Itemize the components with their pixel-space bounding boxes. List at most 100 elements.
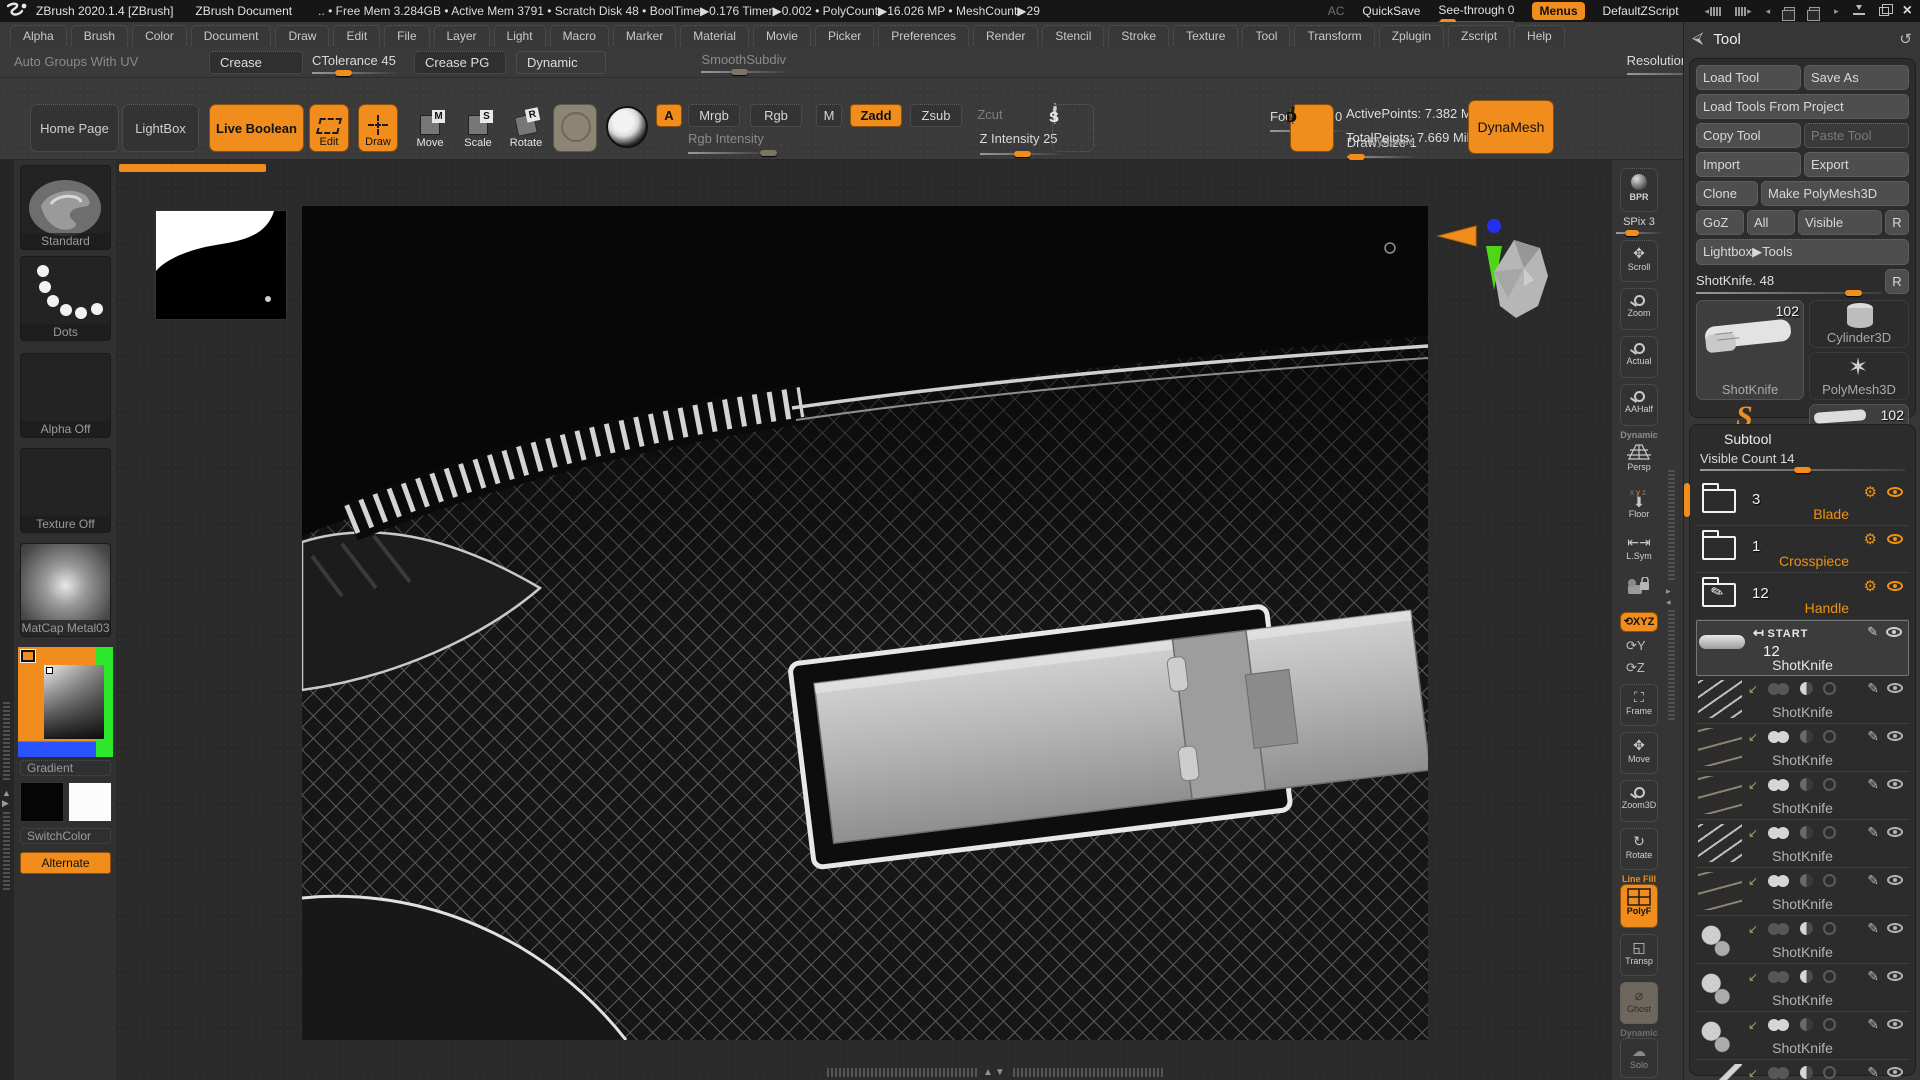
menu-picker[interactable]: Picker [815, 25, 874, 46]
paint-icon[interactable]: ✎ [1867, 624, 1878, 640]
dynamic-button[interactable]: Dynamic [516, 51, 606, 74]
dynamic-d-button[interactable]: D [1290, 104, 1334, 152]
rotate-button[interactable]: R Rotate [506, 104, 546, 152]
see-through-slider[interactable]: See-through 0 [1438, 3, 1514, 20]
extract-arrow-icon[interactable]: ↙ [1748, 874, 1758, 888]
eye-icon[interactable] [1887, 1067, 1903, 1077]
secondary-color-swatch[interactable] [68, 782, 112, 822]
scroll-button[interactable]: ✥ Scroll [1620, 240, 1658, 282]
left-divider-scroll2[interactable] [3, 810, 10, 890]
goz-r-button[interactable]: R [1885, 210, 1909, 235]
extract-arrow-icon[interactable]: ↙ [1748, 1018, 1758, 1032]
subtool-item[interactable]: ↙ ✎ ShotKnife [1696, 724, 1909, 772]
frame-button[interactable]: ⛶ Frame [1620, 684, 1658, 726]
color-picker[interactable] [18, 647, 113, 757]
clone-button[interactable]: Clone [1696, 181, 1758, 206]
menu-draw[interactable]: Draw [275, 25, 329, 46]
rotate-3d-button[interactable]: ↻ Rotate [1620, 828, 1658, 870]
actual-button[interactable]: Actual [1620, 336, 1658, 378]
paint-icon[interactable]: ✎ [1867, 872, 1879, 889]
camera-nav-head[interactable] [1436, 210, 1586, 330]
edit-button[interactable]: Edit [309, 104, 349, 152]
gradient-label[interactable]: Gradient [20, 760, 111, 776]
save-as-button[interactable]: Save As [1804, 65, 1909, 90]
eye-icon[interactable] [1887, 875, 1903, 885]
quicksave-button[interactable]: QuickSave [1362, 4, 1420, 18]
paint-icon[interactable]: ✎ [1867, 1016, 1879, 1033]
subtool-item[interactable]: ↙ ✎ ShotKnife [1696, 916, 1909, 964]
visible-count-slider[interactable]: Visible Count 14 [1700, 451, 1905, 471]
boolean-intersect-icon[interactable] [1823, 970, 1836, 983]
eye-icon[interactable] [1887, 581, 1903, 591]
alternate-button[interactable]: Alternate [20, 852, 111, 874]
boolean-add-icon[interactable] [1768, 683, 1790, 695]
menu-light[interactable]: Light [494, 25, 546, 46]
switchcolor-button[interactable]: SwitchColor [20, 828, 111, 844]
boolean-sub-icon[interactable] [1800, 682, 1813, 695]
tool-r-button[interactable]: R [1885, 269, 1909, 294]
subtool-item[interactable]: ↙ ✎ ShotKnife [1696, 676, 1909, 724]
export-button[interactable]: Export [1804, 152, 1909, 177]
rgb-intensity-slider[interactable]: Rgb Intensity [688, 131, 768, 154]
subtool-item-selected[interactable]: ↤ START ✎ 12 ShotKnife [1696, 620, 1909, 676]
close-button[interactable]: × [1903, 5, 1912, 17]
a-toggle[interactable]: A [656, 104, 682, 127]
paint-icon[interactable]: ✎ [1867, 728, 1879, 745]
eye-icon[interactable] [1887, 534, 1903, 544]
move-3d-button[interactable]: ✥ Move [1620, 732, 1658, 774]
lightbox-button[interactable]: LightBox [122, 104, 199, 152]
brush-preview[interactable] [553, 104, 597, 152]
boolean-intersect-icon[interactable] [1823, 730, 1836, 743]
lsym-button[interactable]: ⇤⇥ L.Sym [1620, 530, 1658, 568]
floor-button[interactable]: xyz ⬇ Floor [1620, 484, 1658, 524]
canvas-bottom-scrollbar[interactable]: ▲▼ [827, 1066, 1217, 1078]
stroke-s-button[interactable]: S [1052, 104, 1094, 152]
divider-slider-left-icon[interactable]: ◂ [1705, 6, 1722, 17]
subtool-item[interactable]: ↙ ✎ ShotKnife [1696, 964, 1909, 1012]
boolean-add-icon[interactable] [1768, 1019, 1790, 1031]
zadd-toggle[interactable]: Zadd [850, 104, 902, 127]
zcut-toggle[interactable]: Zcut [970, 104, 1010, 125]
paint-icon[interactable]: ✎ [1867, 680, 1879, 697]
extract-arrow-icon[interactable]: ↙ [1748, 778, 1758, 792]
menu-preferences[interactable]: Preferences [878, 25, 969, 46]
copy-tool-button[interactable]: Copy Tool [1696, 123, 1801, 148]
restore-button[interactable] [1879, 7, 1889, 16]
paint-icon[interactable]: ✎ [1867, 1064, 1879, 1080]
window-cascade-right-icon[interactable]: ▸ [1834, 6, 1839, 17]
divider-slider-right-icon[interactable]: ▸ [1735, 6, 1752, 17]
menu-marker[interactable]: Marker [613, 25, 676, 46]
texture-thumbnail[interactable]: Texture Off [20, 448, 111, 533]
subtool-folder-crosspiece[interactable]: 1 ⚙ Crosspiece [1696, 526, 1909, 573]
persp-button[interactable]: Persp [1620, 441, 1658, 479]
gear-icon[interactable]: ⚙ [1864, 483, 1877, 501]
brush-thumbnail[interactable]: Standard [20, 165, 111, 250]
eye-icon[interactable] [1887, 971, 1903, 981]
rgb-toggle[interactable]: Rgb [750, 104, 802, 127]
minimize-button[interactable] [1853, 7, 1865, 15]
lightbox-tools-button[interactable]: Lightbox▶Tools [1696, 239, 1909, 265]
menu-color[interactable]: Color [132, 25, 187, 46]
zsub-toggle[interactable]: Zsub [910, 104, 962, 127]
menu-movie[interactable]: Movie [753, 25, 811, 46]
boolean-add-icon[interactable] [1768, 779, 1790, 791]
boolean-intersect-icon[interactable] [1823, 874, 1836, 887]
left-divider-scroll[interactable] [3, 700, 10, 780]
menu-render[interactable]: Render [973, 25, 1038, 46]
ghost-button[interactable]: ⌀ Ghost [1620, 982, 1658, 1024]
current-tool-thumbnail[interactable]: 102 ShotKnife [1696, 300, 1804, 400]
boolean-sub-icon[interactable] [1800, 1018, 1813, 1031]
boolean-intersect-icon[interactable] [1823, 826, 1836, 839]
window-stack-icon[interactable] [1784, 7, 1795, 16]
boolean-sub-icon[interactable] [1800, 922, 1813, 935]
cylinder3d-thumbnail[interactable]: Cylinder3D [1809, 300, 1909, 348]
boolean-add-icon[interactable] [1768, 1067, 1790, 1079]
main-color-swatch[interactable] [20, 782, 64, 822]
rotate-y-icon[interactable]: ⟳Y [1626, 638, 1646, 654]
menu-material[interactable]: Material [680, 25, 749, 46]
transp-button[interactable]: ◱ Transp [1620, 934, 1658, 976]
subtool-item[interactable]: ↙ ✎ ShotKnife [1696, 820, 1909, 868]
live-boolean-button[interactable]: Live Boolean [209, 104, 304, 152]
extract-arrow-icon[interactable]: ↙ [1748, 1066, 1758, 1080]
material-thumbnail[interactable]: MatCap Metal03 [20, 543, 111, 637]
